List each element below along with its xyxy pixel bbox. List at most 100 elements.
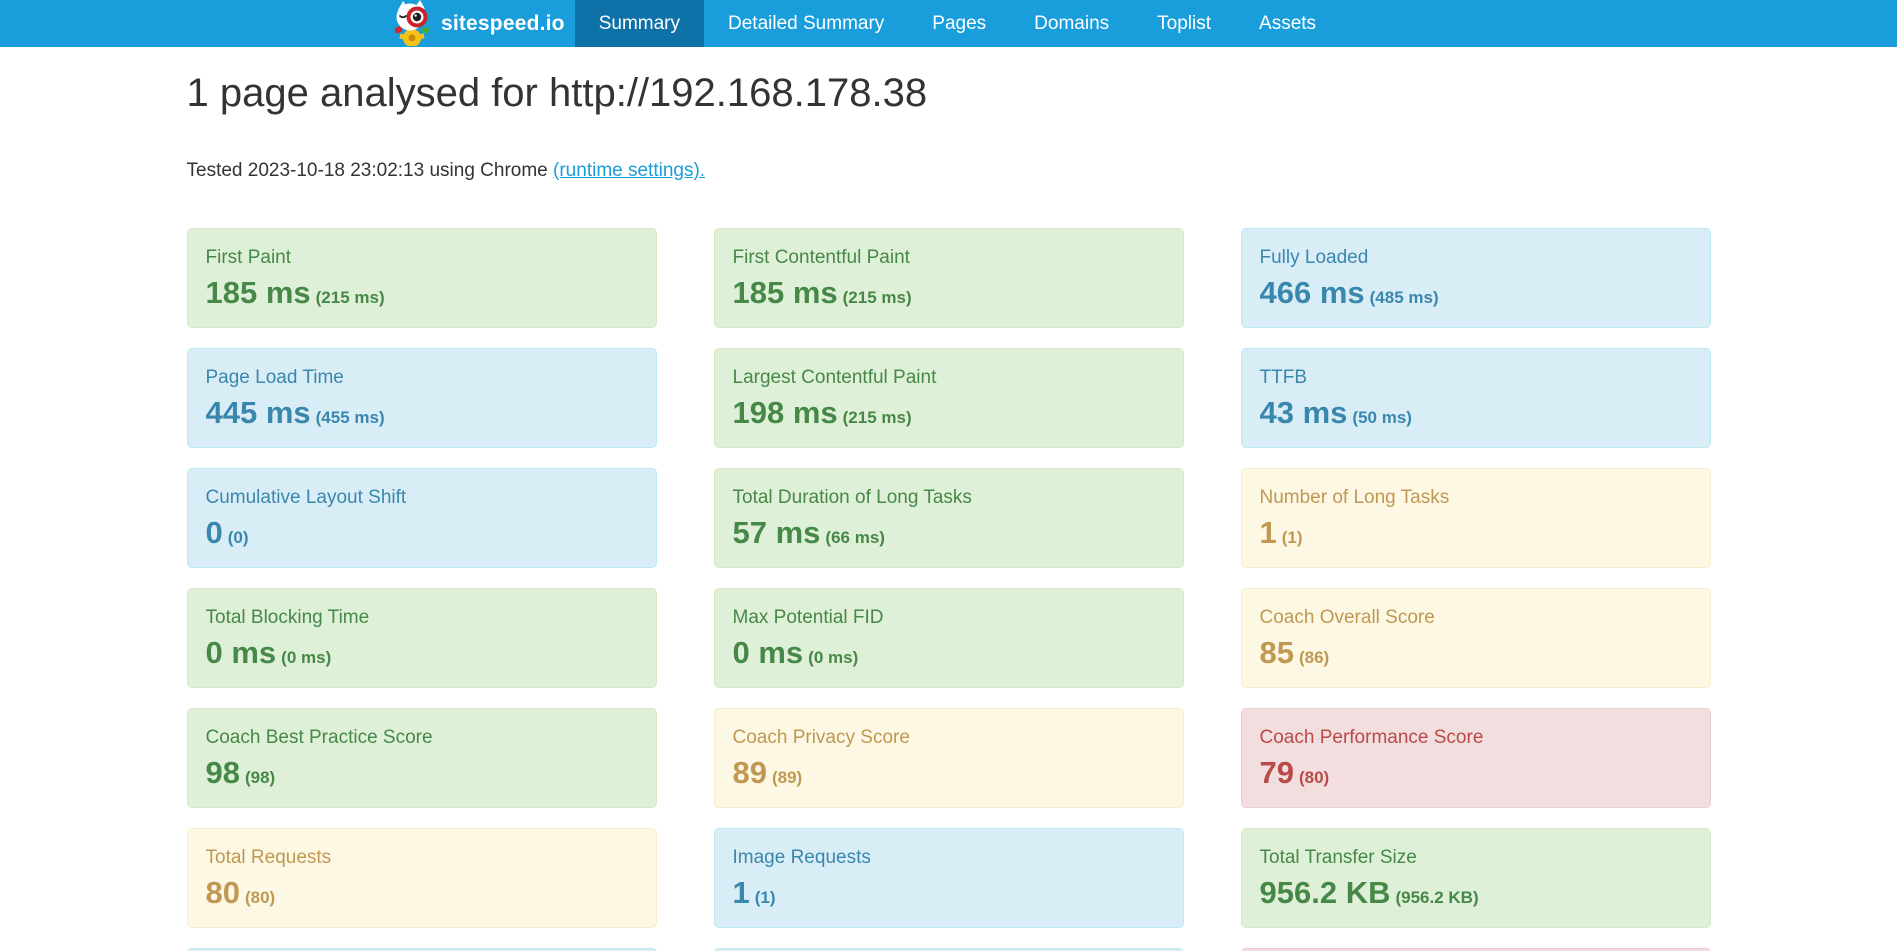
- metric-value-row: 198 ms (215 ms): [733, 395, 1165, 437]
- metric-label: Max Potential FID: [733, 606, 1165, 630]
- metric-value-row: 85 (86): [1260, 635, 1692, 677]
- nav-link-detailed-summary[interactable]: Detailed Summary: [704, 0, 908, 47]
- metric-label: Total Requests: [206, 846, 638, 870]
- metric-value: 98: [206, 755, 240, 790]
- metric-card: Total Duration of Long Tasks 57 ms(66 ms…: [714, 468, 1184, 568]
- runtime-settings-link[interactable]: (runtime settings).: [553, 160, 705, 181]
- nav-link-pages[interactable]: Pages: [908, 0, 1010, 47]
- metric-secondary-value: (0 ms): [281, 648, 331, 667]
- metric-secondary-value: (80): [1299, 768, 1329, 787]
- metric-value-row: 466 ms(485 ms): [1260, 275, 1692, 317]
- metric-value: 956.2 KB: [1260, 875, 1391, 910]
- metric-label: Page Load Time: [206, 366, 638, 390]
- metric-secondary-value: (0): [228, 528, 249, 547]
- metric-value-row: 98 (98): [206, 755, 638, 797]
- metric-secondary-value: (1): [755, 888, 776, 907]
- metric-value-row: 0 (0): [206, 515, 638, 557]
- metric-secondary-value: (80): [245, 888, 275, 907]
- metric-card: Fully Loaded 466 ms(485 ms): [1241, 228, 1711, 328]
- page: sitespeed.io SummaryDetailed SummaryPage…: [0, 0, 1897, 951]
- nav-item-detailed-summary: Detailed Summary: [704, 0, 908, 47]
- metric-value-row: 57 ms(66 ms): [733, 515, 1165, 557]
- metric-secondary-value: (50 ms): [1352, 408, 1412, 427]
- metric-label: Coach Best Practice Score: [206, 726, 638, 750]
- nav-menu: SummaryDetailed SummaryPagesDomainsTopli…: [575, 0, 1340, 47]
- main-content: 1 page analysed for http://192.168.178.3…: [187, 71, 1711, 951]
- nav-link-toplist[interactable]: Toplist: [1133, 0, 1235, 47]
- metric-label: Cumulative Layout Shift: [206, 486, 638, 510]
- tested-line: Tested 2023-10-18 23:02:13 using Chrome …: [187, 160, 1711, 182]
- metric-label: Image Requests: [733, 846, 1165, 870]
- nav-item-assets: Assets: [1235, 0, 1340, 47]
- nav-link-summary[interactable]: Summary: [575, 0, 704, 47]
- metric-label: Number of Long Tasks: [1260, 486, 1692, 510]
- metric-card: Image Requests 1(1): [714, 828, 1184, 928]
- metric-secondary-value: (89): [772, 768, 802, 787]
- metric-card: Coach Performance Score 79(80): [1241, 708, 1711, 808]
- metric-value-row: 79 (80): [1260, 755, 1692, 797]
- nav-link-domains[interactable]: Domains: [1010, 0, 1133, 47]
- brand-link[interactable]: sitespeed.io: [381, 0, 575, 47]
- metric-value-row: 956.2 KB(956.2 KB): [1260, 875, 1692, 917]
- metric-label: Coach Privacy Score: [733, 726, 1165, 750]
- nav-link-assets[interactable]: Assets: [1235, 0, 1340, 47]
- metric-card: Page Load Time 445 ms(455 ms): [187, 348, 657, 448]
- metric-card: First Contentful Paint 185 ms (215 ms): [714, 228, 1184, 328]
- gear-shape: [399, 28, 424, 46]
- nav-item-toplist: Toplist: [1133, 0, 1235, 47]
- metric-value: 80: [206, 875, 240, 910]
- metric-card: Cumulative Layout Shift 0 (0): [187, 468, 657, 568]
- metric-secondary-value: (98): [245, 768, 275, 787]
- metric-label: Total Duration of Long Tasks: [733, 486, 1165, 510]
- metric-secondary-value: (66 ms): [825, 528, 885, 547]
- metric-label: Total Blocking Time: [206, 606, 638, 630]
- metric-value-row: 0 ms(0 ms): [733, 635, 1165, 677]
- metric-secondary-value: (86): [1299, 648, 1329, 667]
- brand-text: sitespeed.io: [441, 12, 565, 36]
- metric-card: Coach Privacy Score 89 (89): [714, 708, 1184, 808]
- nav-item-domains: Domains: [1010, 0, 1133, 47]
- nav-item-summary: Summary: [575, 0, 704, 47]
- metric-value: 85: [1260, 635, 1294, 670]
- metric-secondary-value: (215 ms): [843, 288, 912, 307]
- metric-card: First Paint 185 ms(215 ms): [187, 228, 657, 328]
- metric-value-row: 1(1): [733, 875, 1165, 917]
- page-title: 1 page analysed for http://192.168.178.3…: [187, 71, 1711, 116]
- metric-value-row: 89 (89): [733, 755, 1165, 797]
- metric-card: Largest Contentful Paint 198 ms(215 ms): [714, 348, 1184, 448]
- metric-card: Total Transfer Size 956.2 KB(956.2 KB): [1241, 828, 1711, 928]
- metric-value-row: 185 ms (215 ms): [733, 275, 1165, 317]
- metric-card: Total Blocking Time 0 ms(0 ms): [187, 588, 657, 688]
- metrics-grid: First Paint 185 ms(215 ms) First Content…: [187, 228, 1711, 951]
- metric-value-row: 0 ms(0 ms): [206, 635, 638, 677]
- navbar-content: sitespeed.io SummaryDetailed SummaryPage…: [0, 0, 1809, 47]
- metric-value-row: 80 (80): [206, 875, 638, 917]
- metric-value-row: 185 ms(215 ms): [206, 275, 638, 317]
- navbar: sitespeed.io SummaryDetailed SummaryPage…: [0, 0, 1897, 47]
- metric-secondary-value: (485 ms): [1370, 288, 1439, 307]
- metric-label: First Contentful Paint: [733, 246, 1165, 270]
- metric-value-row: 43 ms(50 ms): [1260, 395, 1692, 437]
- metric-secondary-value: (455 ms): [316, 408, 385, 427]
- metric-value: 0: [206, 515, 223, 550]
- metric-value-row: 445 ms(455 ms): [206, 395, 638, 437]
- metric-value: 185 ms: [733, 275, 838, 310]
- metric-value: 79: [1260, 755, 1294, 790]
- metric-card: Coach Best Practice Score 98 (98): [187, 708, 657, 808]
- metric-label: Total Transfer Size: [1260, 846, 1692, 870]
- metric-value: 198 ms: [733, 395, 838, 430]
- metric-secondary-value: (215 ms): [316, 288, 385, 307]
- metric-secondary-value: (215 ms): [843, 408, 912, 427]
- metric-secondary-value: (0 ms): [808, 648, 858, 667]
- tested-text: Tested 2023-10-18 23:02:13 using Chrome: [187, 160, 554, 181]
- metric-value: 0 ms: [206, 635, 277, 670]
- metric-label: Coach Overall Score: [1260, 606, 1692, 630]
- metric-value: 57 ms: [733, 515, 821, 550]
- metric-secondary-value: (956.2 KB): [1395, 888, 1478, 907]
- metric-secondary-value: (1): [1282, 528, 1303, 547]
- metric-value: 43 ms: [1260, 395, 1348, 430]
- sitespeed-logo-icon: [391, 0, 433, 51]
- metric-value: 89: [733, 755, 767, 790]
- metric-card: Coach Overall Score 85 (86): [1241, 588, 1711, 688]
- metric-value: 0 ms: [733, 635, 804, 670]
